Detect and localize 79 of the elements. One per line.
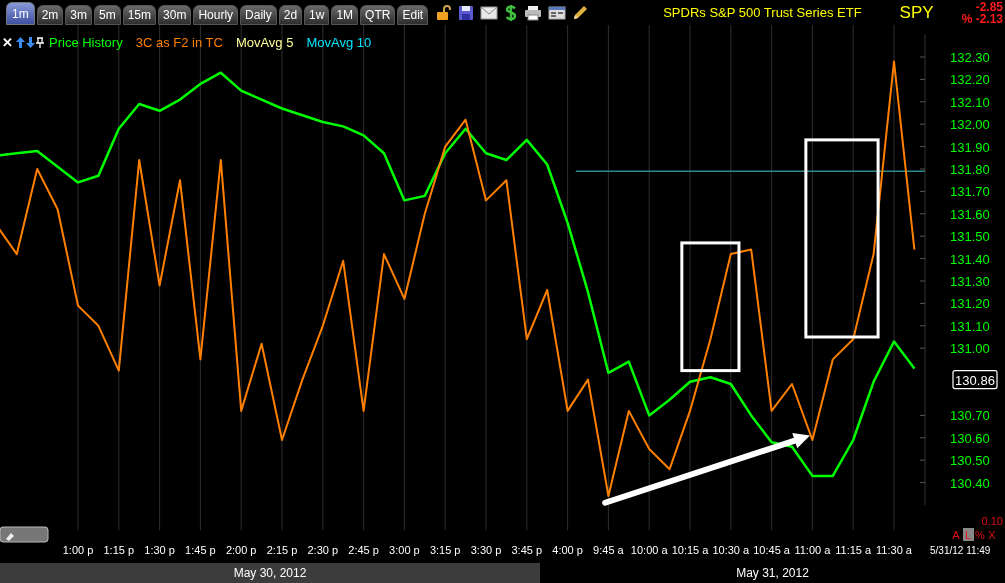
- padlock-icon[interactable]: [436, 4, 453, 21]
- axis-label: 131.70: [950, 184, 990, 200]
- axis-label: 132.20: [950, 72, 990, 88]
- timeframe-tab[interactable]: QTR: [360, 5, 396, 25]
- axis-label: 11:00 a: [794, 544, 831, 556]
- axis-label: 130.40: [950, 475, 990, 491]
- window-icon[interactable]: [548, 5, 567, 20]
- axis-label: 10:15 a: [671, 544, 709, 556]
- axis-label: 131.30: [950, 274, 990, 289]
- timeframe-tab[interactable]: Hourly: [193, 5, 239, 25]
- scale-step: 0.10: [981, 515, 1003, 527]
- axis-label: 10:00 a: [630, 544, 668, 556]
- axis-label: 9:45 a: [593, 544, 624, 556]
- axis-label: 131.90: [950, 139, 990, 155]
- timeframe-tab[interactable]: 3m: [65, 5, 92, 25]
- timeframe-tab[interactable]: 30m: [158, 5, 192, 25]
- price-change: -2.85: [975, 0, 1003, 13]
- axis-label: 4:00 p: [552, 544, 583, 556]
- axis-label: 131.50: [950, 229, 990, 245]
- printer-icon[interactable]: [524, 4, 543, 21]
- axis-label: 2:00 p: [225, 544, 257, 556]
- axis-label: 131.40: [950, 251, 990, 267]
- pin-icon[interactable]: [36, 37, 44, 49]
- axis-label: 10:45 a: [753, 544, 790, 556]
- axis-label: 130.70: [950, 408, 990, 424]
- axis-label: 132.10: [950, 94, 990, 110]
- axis-label: 2:45 p: [348, 544, 379, 556]
- axis-label: 10:30 a: [712, 544, 750, 556]
- axis-label: 2:15 p: [266, 544, 298, 556]
- axis-label: 132.00: [950, 117, 990, 133]
- timeframe-tab[interactable]: 1m: [6, 2, 35, 25]
- axis-label: 1:30 p: [144, 544, 175, 556]
- timeframe-tab[interactable]: 1w: [304, 5, 330, 25]
- axis-label: 131.10: [950, 318, 990, 334]
- axis-label: 130.50: [950, 453, 990, 469]
- close-icon[interactable]: ✕: [2, 33, 13, 53]
- axis-label: 3:15 p: [429, 544, 461, 556]
- axis-label: 1:45 p: [185, 544, 216, 556]
- timeframe-tab[interactable]: 2d: [278, 5, 303, 25]
- envelope-icon[interactable]: [480, 5, 499, 20]
- timeframe-tab[interactable]: Daily: [240, 5, 277, 25]
- legend-item[interactable]: Price History: [49, 33, 123, 53]
- pencil-icon[interactable]: [572, 4, 589, 21]
- axis-label: 1:00 p: [62, 544, 94, 556]
- timeframe-tab[interactable]: 15m: [122, 5, 157, 25]
- timeframe-tab[interactable]: 5m: [94, 5, 121, 25]
- axis-label: 11:30 a: [876, 544, 912, 556]
- down-arrow-icon[interactable]: [26, 37, 35, 49]
- instrument-title: SPDRs S&P 500 Trust Series ETF: [663, 3, 862, 22]
- axis-label: 11:15 a: [835, 544, 872, 556]
- axis-label: 3:00 p: [389, 544, 420, 556]
- axis-label: 131.60: [950, 206, 990, 222]
- axis-label: 131.00: [950, 341, 990, 357]
- axis-label: 131.20: [950, 296, 990, 312]
- scale-toggle[interactable]: X: [987, 528, 998, 541]
- axis-label: 132.30: [950, 50, 990, 65]
- axis-label: 130.60: [950, 430, 990, 446]
- axis-label: 1:15 p: [103, 544, 135, 556]
- axis-label: 131.80: [950, 162, 990, 177]
- legend-item[interactable]: 3C as F2 in TC: [135, 33, 223, 53]
- percent-change: % -2.13: [961, 12, 1003, 25]
- scroll-handle[interactable]: [0, 526, 49, 543]
- axis-label: 3:45 p: [511, 544, 543, 556]
- scale-toggle[interactable]: %: [975, 528, 986, 541]
- ticker-symbol: SPY: [899, 1, 934, 24]
- dollar-icon[interactable]: [504, 3, 519, 22]
- timeframe-tab[interactable]: 1M: [331, 5, 359, 25]
- scale-toggle[interactable]: A: [951, 528, 962, 541]
- timeframe-tab[interactable]: Edit: [397, 5, 429, 25]
- legend-item[interactable]: MovAvg 5: [235, 33, 294, 53]
- save-icon[interactable]: [458, 4, 475, 21]
- timeframe-tab[interactable]: 2m: [36, 5, 64, 25]
- date-section: May 30, 2012: [0, 563, 540, 583]
- last-price-label: 130.86: [952, 369, 998, 390]
- legend-item[interactable]: MovAvg 10: [306, 33, 372, 53]
- timestamp: 5/31/12 11:49: [930, 545, 991, 556]
- axis-label: 3:30 p: [470, 544, 502, 556]
- up-arrow-icon[interactable]: [16, 37, 25, 49]
- axis-label: 2:30 p: [307, 544, 339, 556]
